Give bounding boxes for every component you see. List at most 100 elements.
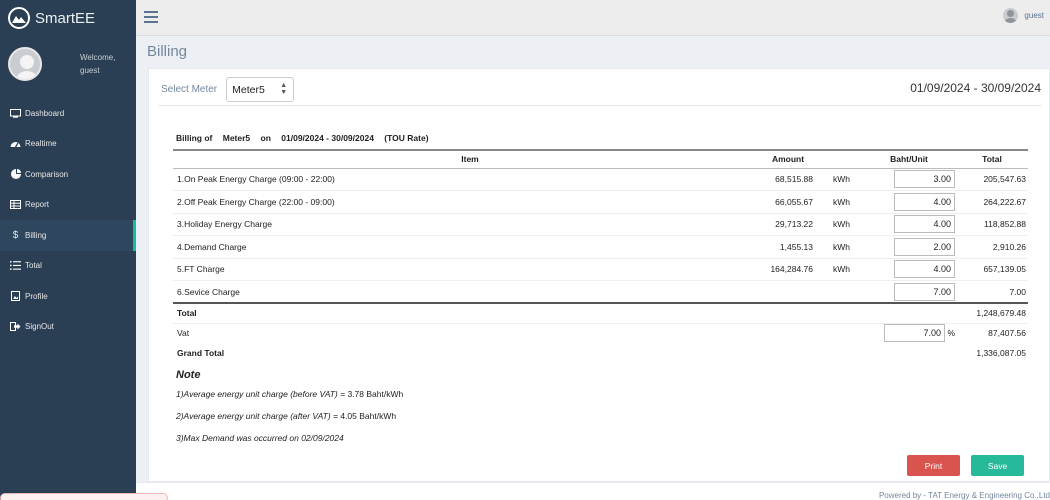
row-item: 5.FT Charge — [173, 258, 763, 281]
sidebar-item-dashboard[interactable]: Dashboard — [0, 98, 136, 129]
table-row: 4.Demand Charge 1,455.13 kWh 2.00 2,910.… — [173, 235, 1028, 259]
row-amount: 164,284.76 — [763, 258, 813, 281]
row-unit: kWh — [813, 213, 863, 236]
user-menu[interactable]: guest — [1003, 8, 1044, 23]
vat-unit: % — [947, 328, 955, 339]
row-item: 4.Demand Charge — [173, 235, 763, 259]
meter-select[interactable]: Meter5 ▲ ▼ — [226, 77, 295, 102]
table-row: 3.Holiday Energy Charge 29,713.22 kWh 4.… — [173, 213, 1028, 236]
rate-input[interactable]: 4.00 — [894, 192, 955, 211]
profile: Welcome, guest — [0, 36, 136, 92]
sidebar-item-label: Profile — [25, 291, 48, 301]
row-amount: 1,455.13 — [763, 235, 813, 259]
sidebar-item-label: Comparison — [25, 169, 69, 179]
bill-heading-meter: Meter5 — [222, 133, 251, 143]
total-row: Total 1,248,679.48 — [173, 302, 1028, 324]
menu-toggle-icon[interactable] — [144, 11, 158, 23]
row-item: 2.Off Peak Energy Charge (22:00 - 09:00) — [173, 190, 763, 214]
rate-input[interactable]: 4.00 — [894, 260, 955, 279]
bill-heading: Billing of Meter5 on 01/09/2024 - 30/09/… — [176, 133, 437, 143]
sidebar-item-label: SignOut — [25, 322, 54, 332]
column-header-unit — [813, 149, 863, 169]
total-value: 1,248,679.48 — [958, 302, 1028, 324]
mountain-logo-icon — [8, 7, 30, 29]
sidebar-item-realtime[interactable]: Realtime — [0, 129, 136, 160]
date-range-picker[interactable]: 01/09/2024 - 30/09/2024 — [910, 81, 1041, 95]
row-total: 7.00 — [958, 280, 1028, 304]
note-text: 3)Max Demand was occurred on 02/09/2024 — [176, 433, 344, 443]
user-avatar-icon — [1003, 8, 1019, 23]
table-row: 1.On Peak Energy Charge (09:00 - 22:00) … — [173, 168, 1028, 191]
column-header-item: Item — [173, 149, 763, 169]
note-text: 1)Average energy unit charge (before VAT… — [176, 389, 346, 399]
select-caret-icon: ▲ ▼ — [280, 82, 288, 96]
total-label: Total — [173, 302, 763, 324]
note-text: 2)Average energy unit charge (after VAT)… — [176, 411, 338, 421]
rate-input[interactable]: 7.00 — [894, 282, 955, 301]
row-unit — [813, 280, 863, 304]
billing-panel: Select Meter Meter5 ▲ ▼ 01/09/2024 - 30/0… — [148, 68, 1050, 482]
print-button[interactable]: Print — [907, 455, 960, 476]
sidebar-nav: Dashboard Realtime Comparison Report $ B… — [0, 98, 136, 342]
sign-out-icon — [9, 322, 22, 332]
row-amount: 29,713.22 — [763, 213, 813, 236]
row-total: 657,139.05 — [958, 258, 1028, 281]
monitor-icon — [9, 108, 22, 118]
welcome-username: guest — [80, 66, 100, 75]
bill-heading-rate: (TOU Rate) — [384, 133, 429, 143]
rate-input[interactable]: 3.00 — [894, 170, 955, 189]
footer: Powered by - TAT Energy & Engineering Co… — [136, 482, 1050, 500]
row-total: 2,910.26 — [958, 235, 1028, 259]
brand[interactable]: SmartEE — [0, 0, 136, 36]
column-header-total: Total — [958, 149, 1028, 169]
sidebar-item-signout[interactable]: SignOut — [0, 312, 136, 343]
bill-heading-prefix: Billing of — [176, 133, 213, 143]
sidebar-item-profile[interactable]: Profile — [0, 281, 136, 312]
meter-selector: Select Meter Meter5 ▲ ▼ — [161, 77, 295, 102]
note-value: 3.78 Baht/kWh — [345, 389, 404, 399]
vat-rate-input[interactable]: 7.00 — [884, 324, 946, 343]
bill-heading-range: 01/09/2024 - 30/09/2024 — [281, 133, 374, 143]
table-row: 5.FT Charge 164,284.76 kWh 4.00 657,139.… — [173, 258, 1028, 281]
top-bar: guest — [136, 0, 1050, 36]
meter-select-value: Meter5 — [232, 83, 265, 96]
column-header-amount: Amount — [763, 149, 813, 169]
avatar — [8, 47, 42, 81]
column-header-rate: Baht/Unit — [863, 149, 958, 169]
row-amount: 68,515.88 — [763, 168, 813, 191]
note-line: 1)Average energy unit charge (before VAT… — [176, 389, 403, 399]
sidebar-item-comparison[interactable]: Comparison — [0, 159, 136, 190]
row-amount — [763, 280, 813, 304]
dashboard-gauge-icon — [9, 139, 22, 148]
vat-row: Vat 7.00 % 87,407.56 — [173, 323, 1028, 343]
sidebar: SmartEE Welcome, guest Dashboard Realtim… — [0, 0, 136, 500]
row-unit: kWh — [813, 168, 863, 191]
table-header-row: Item Amount Baht/Unit Total — [173, 149, 1028, 169]
row-unit: kWh — [813, 190, 863, 214]
sidebar-item-total[interactable]: Total — [0, 251, 136, 282]
table-row: 2.Off Peak Energy Charge (22:00 - 09:00)… — [173, 190, 1028, 214]
welcome-text: Welcome, — [80, 53, 116, 62]
rate-input[interactable]: 4.00 — [894, 215, 955, 234]
sidebar-item-label: Dashboard — [25, 108, 65, 118]
sidebar-item-label: Total — [25, 261, 42, 271]
row-total: 118,852.88 — [958, 213, 1028, 236]
row-item: 1.On Peak Energy Charge (09:00 - 22:00) — [173, 168, 763, 191]
meter-label: Select Meter — [161, 84, 218, 95]
row-amount: 66,055.67 — [763, 190, 813, 214]
notification-bar — [0, 493, 168, 500]
note-value: 4.05 Baht/kWh — [337, 411, 397, 421]
sidebar-item-report[interactable]: Report — [0, 190, 136, 221]
vat-value: 87,407.56 — [988, 328, 1026, 339]
row-item: 3.Holiday Energy Charge — [173, 213, 763, 236]
row-unit: kWh — [813, 235, 863, 259]
sidebar-item-billing[interactable]: $ Billing — [0, 220, 136, 251]
table-row: 6.Sevice Charge 7.00 7.00 — [173, 280, 1028, 304]
divider — [159, 105, 1041, 106]
save-button[interactable]: Save — [971, 455, 1024, 476]
note-line: 3)Max Demand was occurred on 02/09/2024 — [176, 433, 403, 443]
rate-input[interactable]: 2.00 — [894, 237, 955, 256]
file-icon — [9, 291, 22, 302]
user-name: guest — [1024, 11, 1044, 20]
vat-label: Vat — [177, 328, 190, 339]
